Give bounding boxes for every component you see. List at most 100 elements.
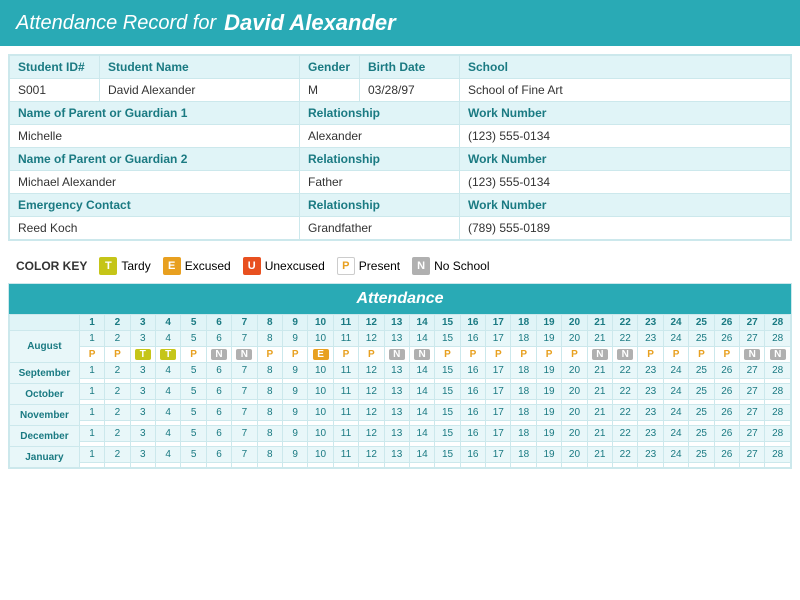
day-num-december-15: 15: [435, 426, 460, 442]
day-num-january-23: 23: [638, 447, 663, 463]
day-number-row-august: August1234567891011121314151617181920212…: [10, 331, 791, 347]
att-cell-january-13: [384, 463, 409, 468]
day-num-october-5: 5: [181, 384, 206, 400]
day-header-4: 4: [156, 315, 181, 331]
month-label-september: September: [10, 363, 80, 384]
day-num-january-2: 2: [105, 447, 130, 463]
att-cell-august-3: T: [130, 347, 155, 363]
day-num-november-26: 26: [714, 405, 739, 421]
day-num-august-11: 11: [333, 331, 358, 347]
att-cell-january-16: [460, 463, 485, 468]
day-num-december-4: 4: [156, 426, 181, 442]
day-num-december-10: 10: [308, 426, 333, 442]
day-num-december-28: 28: [765, 426, 791, 442]
color-key-label: COLOR KEY: [16, 259, 87, 273]
col-school: School: [460, 56, 791, 79]
day-num-august-2: 2: [105, 331, 130, 347]
day-num-october-17: 17: [486, 384, 511, 400]
day-number-row-december: December12345678910111213141516171819202…: [10, 426, 791, 442]
day-num-august-20: 20: [562, 331, 587, 347]
att-cell-august-13: N: [384, 347, 409, 363]
day-num-october-14: 14: [409, 384, 434, 400]
day-num-november-27: 27: [740, 405, 765, 421]
day-num-december-22: 22: [613, 426, 638, 442]
day-num-october-21: 21: [587, 384, 612, 400]
day-num-december-25: 25: [689, 426, 714, 442]
day-num-january-25: 25: [689, 447, 714, 463]
att-cell-january-10: [308, 463, 333, 468]
col-student-name: Student Name: [100, 56, 300, 79]
att-cell-august-25: P: [689, 347, 714, 363]
day-num-january-19: 19: [536, 447, 561, 463]
day-num-november-4: 4: [156, 405, 181, 421]
att-cell-august-18: P: [511, 347, 536, 363]
att-cell-january-8: [257, 463, 282, 468]
emergency-data-row: Reed Koch Grandfather (789) 555-0189: [10, 217, 791, 240]
day-num-august-21: 21: [587, 331, 612, 347]
day-num-september-25: 25: [689, 363, 714, 379]
emergency-label: Emergency Contact: [10, 194, 300, 217]
day-num-october-18: 18: [511, 384, 536, 400]
day-num-december-26: 26: [714, 426, 739, 442]
day-num-november-2: 2: [105, 405, 130, 421]
day-num-august-19: 19: [536, 331, 561, 347]
day-num-december-7: 7: [232, 426, 257, 442]
att-cell-january-1: [79, 463, 104, 468]
day-header-22: 22: [613, 315, 638, 331]
key-unexcused: U Unexcused: [243, 257, 325, 275]
day-num-october-26: 26: [714, 384, 739, 400]
att-cell-january-20: [562, 463, 587, 468]
day-num-december-3: 3: [130, 426, 155, 442]
day-num-december-9: 9: [282, 426, 307, 442]
day-header-13: 13: [384, 315, 409, 331]
parent1-label: Name of Parent or Guardian 1: [10, 102, 300, 125]
day-number-row-january: January123456789101112131415161718192021…: [10, 447, 791, 463]
day-num-august-5: 5: [181, 331, 206, 347]
day-num-january-20: 20: [562, 447, 587, 463]
day-num-october-10: 10: [308, 384, 333, 400]
month-label-january: January: [10, 447, 80, 468]
day-num-august-1: 1: [79, 331, 104, 347]
day-num-september-27: 27: [740, 363, 765, 379]
day-num-september-13: 13: [384, 363, 409, 379]
day-num-january-16: 16: [460, 447, 485, 463]
day-num-october-27: 27: [740, 384, 765, 400]
day-header-25: 25: [689, 315, 714, 331]
color-key-section: COLOR KEY T Tardy E Excused U Unexcused …: [0, 249, 800, 283]
day-num-november-1: 1: [79, 405, 104, 421]
day-num-january-18: 18: [511, 447, 536, 463]
day-num-september-12: 12: [359, 363, 384, 379]
att-cell-august-22: N: [613, 347, 638, 363]
day-num-january-5: 5: [181, 447, 206, 463]
att-cell-january-23: [638, 463, 663, 468]
day-num-august-6: 6: [206, 331, 231, 347]
day-num-august-22: 22: [613, 331, 638, 347]
att-cell-august-6: N: [206, 347, 231, 363]
day-num-november-8: 8: [257, 405, 282, 421]
no-school-label: No School: [434, 259, 489, 273]
day-num-january-4: 4: [156, 447, 181, 463]
parent2-work-label: Work Number: [460, 148, 791, 171]
att-cell-august-14: N: [409, 347, 434, 363]
day-num-december-18: 18: [511, 426, 536, 442]
day-num-january-11: 11: [333, 447, 358, 463]
day-num-january-22: 22: [613, 447, 638, 463]
day-num-december-11: 11: [333, 426, 358, 442]
day-num-october-2: 2: [105, 384, 130, 400]
day-header-11: 11: [333, 315, 358, 331]
att-cell-august-23: P: [638, 347, 663, 363]
day-num-december-8: 8: [257, 426, 282, 442]
att-cell-january-5: [181, 463, 206, 468]
emergency-name: Reed Koch: [10, 217, 300, 240]
att-cell-august-20: P: [562, 347, 587, 363]
key-excused: E Excused: [163, 257, 231, 275]
att-cell-august-28: N: [765, 347, 791, 363]
day-num-september-23: 23: [638, 363, 663, 379]
parent2-rel-label: Relationship: [300, 148, 460, 171]
day-num-november-10: 10: [308, 405, 333, 421]
day-num-september-6: 6: [206, 363, 231, 379]
att-cell-august-8: P: [257, 347, 282, 363]
day-num-october-8: 8: [257, 384, 282, 400]
day-header-1: 1: [79, 315, 104, 331]
day-num-december-5: 5: [181, 426, 206, 442]
